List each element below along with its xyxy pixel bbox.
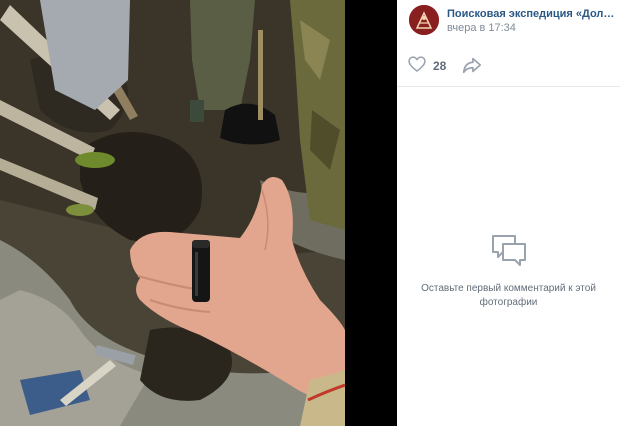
divider bbox=[397, 86, 620, 87]
post-header: Поисковая экспедиция «Долина» ... вчера … bbox=[397, 0, 620, 42]
like-button[interactable]: 28 bbox=[407, 54, 446, 78]
comments-empty-state: Оставьте первый комментарий к этой фотог… bbox=[397, 232, 620, 310]
author-name[interactable]: Поисковая экспедиция «Долина» ... bbox=[447, 8, 615, 21]
viewer-background bbox=[345, 0, 397, 426]
info-panel: Поисковая экспедиция «Долина» ... вчера … bbox=[397, 0, 620, 426]
comment-bubble-icon bbox=[489, 232, 529, 272]
photo-image bbox=[0, 0, 345, 426]
share-button[interactable] bbox=[461, 54, 485, 78]
post-actions: 28 bbox=[397, 50, 620, 82]
empty-comments-text: Оставьте первый комментарий к этой фотог… bbox=[421, 283, 596, 308]
photo-viewer: Поисковая экспедиция «Долина» ... вчера … bbox=[0, 0, 620, 426]
photo[interactable] bbox=[0, 0, 345, 426]
avatar-logo bbox=[409, 5, 439, 35]
heart-icon bbox=[407, 54, 427, 79]
author-avatar[interactable] bbox=[409, 5, 439, 35]
post-date[interactable]: вчера в 17:34 bbox=[447, 22, 516, 35]
like-count: 28 bbox=[433, 59, 447, 73]
share-icon bbox=[461, 57, 483, 80]
